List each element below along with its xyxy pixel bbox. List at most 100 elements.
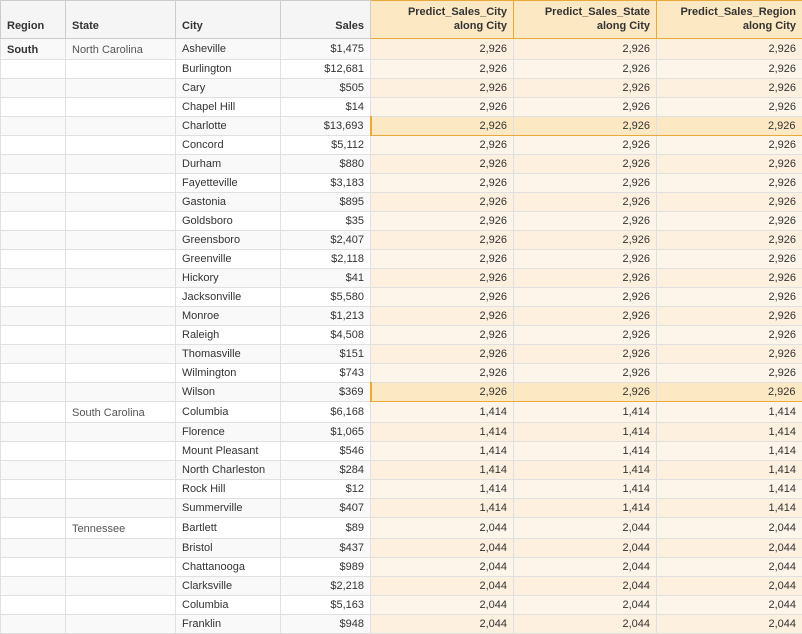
state-cell: [66, 614, 176, 633]
state-cell: [66, 211, 176, 230]
table-row: Rock Hill$121,4141,4141,414: [1, 479, 802, 498]
state-cell: [66, 344, 176, 363]
city-cell: Thomasville: [176, 344, 281, 363]
table-row: Florence$1,0651,4141,4141,414: [1, 422, 802, 441]
predict-cell-2: 2,926: [514, 173, 657, 192]
state-cell: [66, 287, 176, 306]
predict-cell-2: 2,926: [514, 59, 657, 78]
predict-cell-2: 2,044: [514, 614, 657, 633]
sales-cell: $89: [281, 517, 371, 538]
predict-cell-2: 1,414: [514, 401, 657, 422]
sales-cell: $2,118: [281, 249, 371, 268]
city-cell: Durham: [176, 154, 281, 173]
region-cell: [1, 306, 66, 325]
sales-cell: $5,580: [281, 287, 371, 306]
region-cell: [1, 517, 66, 538]
table-row: Thomasville$1512,9262,9262,926: [1, 344, 802, 363]
sales-cell: $989: [281, 557, 371, 576]
state-cell: [66, 268, 176, 287]
predict-cell-3: 2,926: [657, 325, 802, 344]
predict-cell-2: 1,414: [514, 422, 657, 441]
region-cell: [1, 154, 66, 173]
table-row: Wilmington$7432,9262,9262,926: [1, 363, 802, 382]
state-header: State: [66, 1, 176, 39]
state-cell: [66, 116, 176, 135]
state-cell: [66, 135, 176, 154]
sales-cell: $948: [281, 614, 371, 633]
sales-cell: $12,681: [281, 59, 371, 78]
predict-cell-1: 2,926: [371, 173, 514, 192]
predict-cell-1: 2,044: [371, 614, 514, 633]
sales-cell: $437: [281, 538, 371, 557]
predict-cell-2: 2,044: [514, 595, 657, 614]
sales-cell: $4,508: [281, 325, 371, 344]
predict-cell-2: 1,414: [514, 460, 657, 479]
predict-cell-1: 2,926: [371, 230, 514, 249]
predict-cell-1: 2,044: [371, 538, 514, 557]
state-cell: [66, 441, 176, 460]
table-row: Burlington$12,6812,9262,9262,926: [1, 59, 802, 78]
table-row: Mount Pleasant$5461,4141,4141,414: [1, 441, 802, 460]
sales-cell: $546: [281, 441, 371, 460]
state-cell: [66, 306, 176, 325]
predict-cell-3: 2,926: [657, 154, 802, 173]
sales-cell: $895: [281, 192, 371, 211]
table-row: Hickory$412,9262,9262,926: [1, 268, 802, 287]
predict-cell-1: 2,926: [371, 325, 514, 344]
predict-cell-1: 2,926: [371, 38, 514, 59]
predict-cell-3: 2,926: [657, 211, 802, 230]
state-cell: [66, 230, 176, 249]
predict-cell-1: 2,044: [371, 595, 514, 614]
region-cell: [1, 498, 66, 517]
city-cell: Summerville: [176, 498, 281, 517]
state-cell: [66, 576, 176, 595]
predict-cell-3: 2,044: [657, 538, 802, 557]
table-row: Chapel Hill$142,9262,9262,926: [1, 97, 802, 116]
sales-cell: $743: [281, 363, 371, 382]
predict-cell-3: 1,414: [657, 441, 802, 460]
predict-cell-1: 2,926: [371, 192, 514, 211]
predict-cell-2: 2,926: [514, 344, 657, 363]
city-cell: Clarksville: [176, 576, 281, 595]
predict-cell-2: 2,926: [514, 211, 657, 230]
predict-cell-3: 2,926: [657, 97, 802, 116]
table-row: North Charleston$2841,4141,4141,414: [1, 460, 802, 479]
predict-cell-2: 2,926: [514, 192, 657, 211]
predict-cell-1: 2,926: [371, 268, 514, 287]
sales-cell: $35: [281, 211, 371, 230]
predict-cell-1: 2,926: [371, 154, 514, 173]
predict-cell-3: 2,044: [657, 595, 802, 614]
state-cell: [66, 78, 176, 97]
region-cell: [1, 135, 66, 154]
table-row: Columbia$5,1632,0442,0442,044: [1, 595, 802, 614]
predict-cell-2: 2,926: [514, 325, 657, 344]
sales-cell: $6,168: [281, 401, 371, 422]
predict-cell-1: 2,044: [371, 517, 514, 538]
table-row: Concord$5,1122,9262,9262,926: [1, 135, 802, 154]
state-cell: [66, 538, 176, 557]
region-cell: [1, 173, 66, 192]
predict-cell-3: 2,926: [657, 230, 802, 249]
region-cell: [1, 576, 66, 595]
table-row: Raleigh$4,5082,9262,9262,926: [1, 325, 802, 344]
sales-cell: $5,163: [281, 595, 371, 614]
table-row: Franklin$9482,0442,0442,044: [1, 614, 802, 633]
state-cell: [66, 595, 176, 614]
table-row: Monroe$1,2132,9262,9262,926: [1, 306, 802, 325]
predict-cell-3: 2,926: [657, 382, 802, 401]
table-row: TennesseeBartlett$892,0442,0442,044: [1, 517, 802, 538]
city-cell: Bristol: [176, 538, 281, 557]
predict-cell-1: 1,414: [371, 441, 514, 460]
region-cell: South: [1, 38, 66, 59]
predict-cell-2: 2,926: [514, 135, 657, 154]
sales-header: Sales: [281, 1, 371, 39]
region-cell: [1, 344, 66, 363]
city-cell: Charlotte: [176, 116, 281, 135]
predict-cell-2: 2,926: [514, 306, 657, 325]
predict-cell-1: 2,044: [371, 576, 514, 595]
sales-cell: $5,112: [281, 135, 371, 154]
city-cell: Bartlett: [176, 517, 281, 538]
region-cell: [1, 249, 66, 268]
city-cell: Rock Hill: [176, 479, 281, 498]
table-row: South CarolinaColumbia$6,1681,4141,4141,…: [1, 401, 802, 422]
